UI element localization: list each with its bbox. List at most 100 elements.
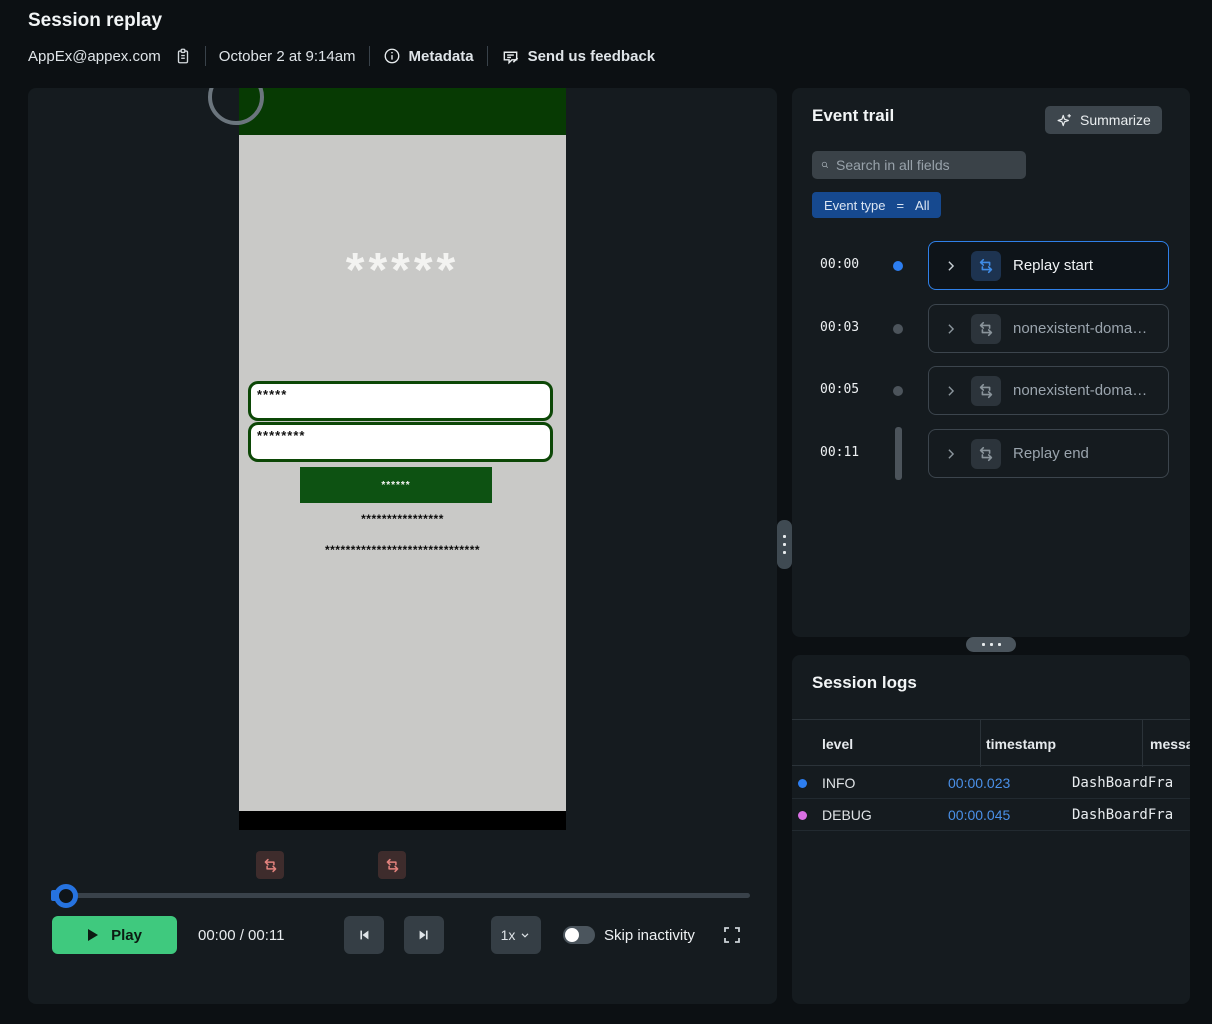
swap-arrows-icon (971, 314, 1001, 344)
playback-speed-dropdown[interactable]: 1x (491, 916, 541, 954)
masked-text-field-1: ***** (248, 381, 553, 421)
toggle-knob (565, 928, 579, 942)
swap-arrows-icon (971, 376, 1001, 406)
session-meta-bar: AppEx@appex.com October 2 at 9:14am Meta… (28, 44, 655, 68)
replayed-app-header (239, 88, 566, 135)
page-title: Session replay (28, 10, 162, 32)
skip-inactivity-toggle[interactable] (563, 926, 595, 944)
event-search (812, 151, 1026, 179)
fullscreen-icon (722, 925, 742, 945)
timeline-network-event-marker[interactable] (378, 851, 406, 879)
event-marker-bar (895, 427, 902, 480)
swap-arrows-icon (971, 439, 1001, 469)
column-divider[interactable] (980, 720, 981, 767)
event-marker-dot (893, 324, 903, 334)
feedback-button[interactable]: Send us feedback (501, 47, 656, 66)
log-level-dot-debug (798, 811, 807, 820)
log-message: DashBoardFra (1072, 799, 1173, 831)
sparkle-icon (1056, 112, 1073, 129)
masked-app-title: ***** (239, 247, 566, 295)
event-trail-title: Event trail (812, 106, 894, 126)
playback-time: 00:00 / 00:11 (198, 916, 284, 954)
event-label: Replay end (1013, 445, 1089, 462)
column-divider[interactable] (1142, 720, 1143, 767)
clipboard-icon[interactable] (174, 47, 192, 65)
masked-text-line-1: **************** (239, 512, 566, 526)
event-row: 00:00 Replay start (792, 241, 1190, 290)
event-timestamp: 00:00 (820, 257, 859, 272)
session-logs-panel: Session logs level timestamp message INF… (792, 655, 1190, 1004)
chevron-right-icon (944, 322, 958, 336)
event-label: nonexistent-doma… (1013, 382, 1147, 399)
chevron-right-icon (944, 447, 958, 461)
chevron-right-icon (944, 259, 958, 273)
chevron-down-icon (519, 929, 531, 941)
event-timestamp: 00:11 (820, 445, 859, 460)
skip-back-button[interactable] (344, 916, 384, 954)
event-card-replay-end[interactable]: Replay end (928, 429, 1169, 478)
search-icon (821, 158, 829, 172)
column-header-timestamp[interactable]: timestamp (986, 720, 1056, 767)
log-row[interactable]: DEBUG 00:00.045 DashBoardFra (792, 799, 1190, 831)
playback-timeline[interactable] (56, 893, 750, 898)
event-marker-dot (893, 261, 903, 271)
session-logs-title: Session logs (812, 673, 917, 693)
event-marker-dot (893, 386, 903, 396)
log-row[interactable]: INFO 00:00.023 DashBoardFra (792, 767, 1190, 799)
timeline-scrubber-handle[interactable] (54, 884, 78, 908)
horizontal-resize-handle[interactable] (966, 637, 1016, 652)
skip-forward-button[interactable] (404, 916, 444, 954)
divider (205, 46, 206, 66)
fullscreen-button[interactable] (722, 925, 742, 945)
event-row: 00:03 nonexistent-doma… (792, 304, 1190, 353)
column-header-level[interactable]: level (822, 720, 853, 767)
logs-table-header: level timestamp message (792, 719, 1190, 766)
event-card-network[interactable]: nonexistent-doma… (928, 366, 1169, 415)
event-trail-panel: Event trail Summarize Event type = All 0… (792, 88, 1190, 637)
event-card-replay-start[interactable]: Replay start (928, 241, 1169, 290)
session-id: AppEx@appex.com (28, 48, 161, 65)
column-header-message[interactable]: message (1150, 720, 1190, 767)
event-row: 00:05 nonexistent-doma… (792, 366, 1190, 415)
event-timestamp: 00:03 (820, 320, 859, 335)
divider (369, 46, 370, 66)
replayed-app-body: ***** ***** ******** ****** ************… (239, 135, 566, 811)
play-button[interactable]: Play (52, 916, 177, 954)
masked-text-field-2: ******** (248, 422, 553, 462)
summarize-button[interactable]: Summarize (1045, 106, 1162, 134)
log-level: INFO (822, 767, 855, 799)
feedback-icon (501, 47, 520, 66)
replay-viewport: ***** ***** ******** ****** ************… (239, 88, 566, 830)
play-icon (87, 928, 99, 942)
skip-inactivity-label: Skip inactivity (604, 916, 695, 954)
event-label: nonexistent-doma… (1013, 320, 1147, 337)
session-date: October 2 at 9:14am (219, 48, 356, 65)
timeline-network-event-marker[interactable] (256, 851, 284, 879)
info-icon (383, 47, 401, 65)
log-message: DashBoardFra (1072, 767, 1173, 799)
event-row: 00:11 Replay end (792, 429, 1190, 478)
player-controls: Play 00:00 / 00:11 1x Skip inactivity (28, 916, 777, 954)
divider (487, 46, 488, 66)
log-timestamp-link[interactable]: 00:00.045 (948, 799, 1010, 831)
swap-arrows-icon (971, 251, 1001, 281)
metadata-button[interactable]: Metadata (383, 47, 474, 65)
vertical-resize-handle[interactable] (777, 520, 792, 569)
log-level: DEBUG (822, 799, 872, 831)
chevron-right-icon (944, 384, 958, 398)
masked-app-button: ****** (300, 467, 492, 503)
event-label: Replay start (1013, 257, 1093, 274)
masked-text-line-2: ****************************** (239, 543, 566, 557)
skip-back-icon (356, 927, 372, 943)
log-timestamp-link[interactable]: 00:00.023 (948, 767, 1010, 799)
event-timestamp: 00:05 (820, 382, 859, 397)
replay-player-panel: ***** ***** ******** ****** ************… (28, 88, 777, 1004)
swap-arrows-icon (262, 857, 279, 874)
skip-forward-icon (416, 927, 432, 943)
event-card-network[interactable]: nonexistent-doma… (928, 304, 1169, 353)
log-level-dot-info (798, 779, 807, 788)
replayed-app-navbar (239, 811, 566, 830)
swap-arrows-icon (384, 857, 401, 874)
search-input[interactable] (836, 157, 1017, 173)
event-type-filter-chip[interactable]: Event type = All (812, 192, 941, 218)
